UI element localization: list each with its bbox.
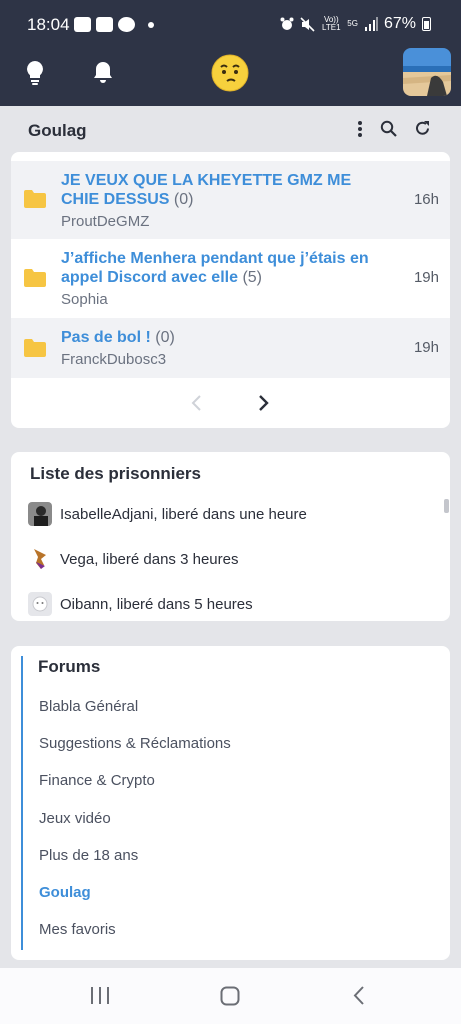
topic-list: JE VEUX QUE LA KHEYETTE GMZ ME CHIE DESS… <box>11 152 450 428</box>
folder-icon <box>24 339 46 357</box>
bell-icon[interactable] <box>92 60 114 85</box>
topic-title-text[interactable]: JE VEUX QUE LA KHEYETTE GMZ ME CHIE DESS… <box>61 172 351 208</box>
topic-title[interactable]: J’affiche Menhera pendant que j’étais en… <box>61 249 391 287</box>
forums-title: Forums <box>38 657 101 676</box>
prisoners-title: Liste des prisonniers <box>30 464 201 483</box>
refresh-icon[interactable] <box>414 120 431 137</box>
forum-link-18-plus[interactable]: Plus de 18 ans <box>39 847 138 864</box>
prisoner-text: Oibann, liberé dans 5 heures <box>60 595 253 613</box>
twitch-icon <box>74 17 91 32</box>
home-icon[interactable] <box>220 986 240 1006</box>
prisoner-item[interactable]: Vega, liberé dans 3 heures <box>28 547 238 571</box>
forum-link-suggestions[interactable]: Suggestions & Réclamations <box>39 735 231 752</box>
lightbulb-icon[interactable] <box>24 60 46 86</box>
alarm-icon <box>280 17 294 30</box>
user-avatar[interactable] <box>403 48 451 96</box>
topic-title[interactable]: Pas de bol ! (0) <box>61 328 391 347</box>
status-bar: 18:04 Vo)) LTE1 5G 67% <box>0 0 461 48</box>
topic-time: 16h <box>413 191 439 208</box>
folder-icon <box>24 269 46 287</box>
recent-apps-icon[interactable] <box>90 986 110 1005</box>
search-icon[interactable] <box>380 120 397 137</box>
page-title: Goulag <box>28 121 87 140</box>
next-page-icon[interactable] <box>258 394 270 412</box>
forum-link-blabla[interactable]: Blabla Général <box>39 698 138 715</box>
folder-icon <box>24 190 46 208</box>
topic-author[interactable]: FranckDubosc3 <box>61 351 166 368</box>
forum-link-finance[interactable]: Finance & Crypto <box>39 772 155 789</box>
prisoner-text: Vega, liberé dans 3 heures <box>60 550 239 568</box>
topic-row[interactable]: Pas de bol ! (0) FranckDubosc3 19h <box>11 318 450 378</box>
topic-title[interactable]: JE VEUX QUE LA KHEYETTE GMZ ME CHIE DESS… <box>61 171 391 209</box>
prisoner-avatar[interactable] <box>28 592 52 616</box>
back-icon[interactable] <box>353 985 365 1006</box>
more-options-icon[interactable] <box>357 120 363 137</box>
forum-link-favoris[interactable]: Mes favoris <box>39 921 116 938</box>
topic-reply-count: (0) <box>173 191 194 208</box>
topic-author[interactable]: ProutDeGMZ <box>61 213 149 230</box>
status-notification-icons <box>74 17 154 32</box>
mute-icon <box>300 16 315 32</box>
system-nav-bar <box>0 968 461 1024</box>
topic-time: 19h <box>413 339 439 356</box>
youtube-icon <box>96 17 113 32</box>
prisoner-text: IsabelleAdjani, liberé dans une heure <box>60 505 307 523</box>
app-icon <box>118 17 135 32</box>
status-system-icons: Vo)) LTE1 5G 67% <box>280 15 431 33</box>
status-time: 18:04 <box>27 15 70 34</box>
prisoner-avatar[interactable] <box>28 547 52 571</box>
battery-percent: 67% <box>383 15 416 32</box>
forum-link-goulag[interactable]: Goulag <box>39 884 91 901</box>
topic-reply-count: (5) <box>242 269 262 286</box>
prisoner-avatar[interactable] <box>28 502 52 526</box>
scrollbar[interactable] <box>444 499 449 513</box>
signal-icon <box>364 17 378 31</box>
more-notifications-icon <box>148 21 154 28</box>
prisoner-item[interactable]: Oibann, liberé dans 5 heures <box>28 592 253 616</box>
prev-page-icon[interactable] <box>190 394 202 412</box>
prisoners-card: Liste des prisonniers IsabelleAdjani, li… <box>11 452 450 621</box>
topic-title-text[interactable]: Pas de bol ! <box>61 329 151 346</box>
lte-indicator: Vo)) LTE1 <box>322 15 341 32</box>
forum-link-jeux-video[interactable]: Jeux vidéo <box>39 810 111 827</box>
topic-title-text[interactable]: J’affiche Menhera pendant que j’étais en… <box>61 250 369 286</box>
prisoner-item[interactable]: IsabelleAdjani, liberé dans une heure <box>28 502 307 526</box>
topic-time: 19h <box>413 269 439 286</box>
smiley-logo-icon[interactable] <box>211 54 249 92</box>
battery-icon <box>422 17 431 31</box>
topic-row[interactable]: JE VEUX QUE LA KHEYETTE GMZ ME CHIE DESS… <box>11 161 450 239</box>
app-header <box>0 48 461 106</box>
5g-indicator: 5G <box>347 19 358 28</box>
forums-rail <box>21 656 23 950</box>
topic-author[interactable]: Sophia <box>61 291 108 308</box>
forum-title-bar: Goulag <box>0 106 461 152</box>
forums-card: Forums Blabla Général Suggestions & Récl… <box>11 646 450 960</box>
pagination <box>11 390 450 418</box>
topic-row[interactable]: J’affiche Menhera pendant que j’étais en… <box>11 239 450 318</box>
topic-reply-count: (0) <box>155 329 175 346</box>
